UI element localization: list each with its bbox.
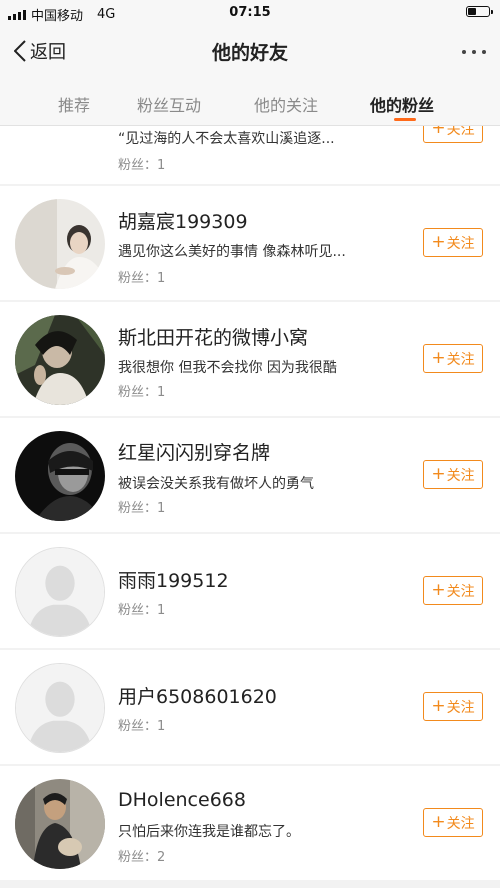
follow-button[interactable]: + 关注 bbox=[423, 344, 483, 373]
list-item[interactable]: 用户6508601620 粉丝：1 + 关注 bbox=[0, 650, 500, 764]
follow-label: 关注 bbox=[446, 235, 475, 252]
default-avatar-icon[interactable] bbox=[15, 547, 105, 637]
nav-bar: 返回 他的好友 bbox=[0, 26, 500, 76]
avatar[interactable] bbox=[15, 199, 105, 289]
tab-fan-interaction[interactable]: 粉丝互动 bbox=[137, 92, 201, 116]
fan-count: 粉丝：1 bbox=[118, 271, 166, 286]
avatar[interactable] bbox=[15, 431, 105, 521]
plus-icon: + bbox=[431, 696, 446, 716]
status-bar: 中国移动 4G 07:15 bbox=[0, 0, 500, 26]
user-name[interactable]: 雨雨199512 bbox=[118, 566, 229, 593]
follow-button[interactable]: + 关注 bbox=[423, 692, 483, 721]
user-bio: 被误会没关系我有做坏人的勇气 bbox=[118, 476, 314, 492]
follow-button[interactable]: + 关注 bbox=[423, 460, 483, 489]
fan-count: 粉丝：2 bbox=[118, 850, 166, 865]
user-bio: “见过海的人不会太喜欢山溪追逐... bbox=[118, 131, 335, 147]
plus-icon: + bbox=[431, 812, 446, 832]
user-bio: 只怕后来你连我是谁都忘了。 bbox=[118, 824, 300, 840]
list-item[interactable]: DHolence668 只怕后来你连我是谁都忘了。 粉丝：2 + 关注 bbox=[0, 766, 500, 880]
avatar[interactable] bbox=[15, 779, 105, 869]
plus-icon: + bbox=[431, 126, 446, 138]
page-title: 他的好友 bbox=[211, 42, 288, 64]
fan-count: 粉丝：1 bbox=[118, 501, 166, 516]
fan-count: 粉丝：1 bbox=[118, 385, 166, 400]
follow-label: 关注 bbox=[446, 699, 475, 716]
plus-icon: + bbox=[431, 232, 446, 252]
user-name[interactable]: DHolence668 bbox=[118, 789, 246, 811]
follow-label: 关注 bbox=[446, 351, 475, 368]
user-name[interactable]: 用户6508601620 bbox=[118, 682, 277, 709]
list-item[interactable]: 胡嘉宸199309 遇见你这么美好的事情 像森林听见... 粉丝：1 + 关注 bbox=[0, 186, 500, 300]
list-item[interactable]: 红星闪闪别穿名牌 被误会没关系我有做坏人的勇气 粉丝：1 + 关注 bbox=[0, 418, 500, 532]
follow-label: 关注 bbox=[446, 467, 475, 484]
clock: 07:15 bbox=[229, 5, 271, 20]
user-name[interactable]: 斯北田开花的微博小窝 bbox=[118, 323, 308, 350]
list-item[interactable]: “见过海的人不会太喜欢山溪追逐... 粉丝：1 + 关注 bbox=[0, 126, 500, 184]
follow-label: 关注 bbox=[446, 126, 475, 138]
tab-his-following[interactable]: 他的关注 bbox=[254, 92, 318, 116]
more-options-icon[interactable] bbox=[462, 50, 486, 54]
tab-recommended[interactable]: 推荐 bbox=[58, 92, 90, 116]
default-avatar-icon[interactable] bbox=[15, 663, 105, 753]
follow-button[interactable]: + 关注 bbox=[423, 576, 483, 605]
battery-icon bbox=[466, 6, 493, 17]
tab-his-fans[interactable]: 他的粉丝 bbox=[370, 92, 434, 116]
active-tab-indicator bbox=[394, 118, 416, 121]
follow-label: 关注 bbox=[446, 815, 475, 832]
list-item[interactable]: 雨雨199512 粉丝：1 + 关注 bbox=[0, 534, 500, 648]
list-item[interactable]: 斯北田开花的微博小窝 我很想你 但我不会找你 因为我很酷 粉丝：1 + 关注 bbox=[0, 302, 500, 416]
follow-button[interactable]: + 关注 bbox=[423, 228, 483, 257]
user-bio: 遇见你这么美好的事情 像森林听见... bbox=[118, 244, 346, 260]
follow-button[interactable]: + 关注 bbox=[423, 808, 483, 837]
user-name[interactable]: 胡嘉宸199309 bbox=[118, 207, 248, 234]
fan-count: 粉丝：1 bbox=[118, 158, 166, 173]
fan-count: 粉丝：1 bbox=[118, 603, 166, 618]
fan-count: 粉丝：1 bbox=[118, 719, 166, 734]
follow-label: 关注 bbox=[446, 583, 475, 600]
plus-icon: + bbox=[431, 464, 446, 484]
user-name[interactable]: 红星闪闪别穿名牌 bbox=[118, 438, 270, 465]
follower-list[interactable]: “见过海的人不会太喜欢山溪追逐... 粉丝：1 + 关注 胡嘉宸199309 遇见… bbox=[0, 126, 500, 888]
user-bio: 我很想你 但我不会找你 因为我很酷 bbox=[118, 360, 337, 376]
follow-button[interactable]: + 关注 bbox=[423, 126, 483, 143]
plus-icon: + bbox=[431, 580, 446, 600]
tab-bar: 推荐 粉丝互动 他的关注 他的粉丝 bbox=[0, 76, 500, 126]
plus-icon: + bbox=[431, 348, 446, 368]
avatar[interactable] bbox=[15, 315, 105, 405]
